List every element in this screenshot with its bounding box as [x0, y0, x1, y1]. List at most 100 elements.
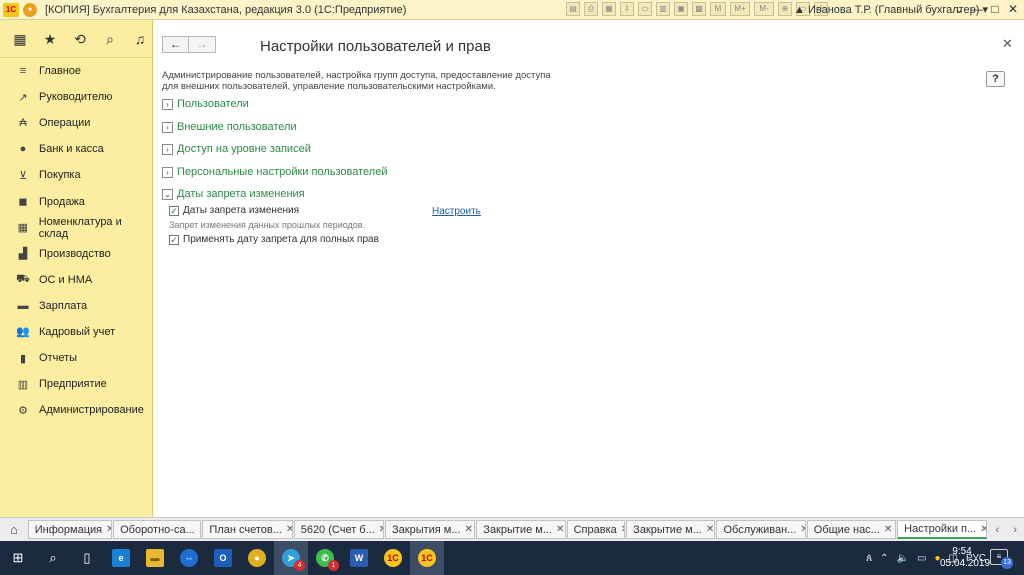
memory-plus-button[interactable]: M+ — [730, 2, 750, 16]
window-tab[interactable]: Закрытие м... ✕ — [626, 520, 716, 539]
prohibition-dates-checkbox-row[interactable]: ✓ Даты запрета изменения — [169, 205, 299, 216]
group-record-access[interactable]: › Доступ на уровне записей — [162, 143, 311, 155]
window-tab[interactable]: Оборотно-са...✕ — [113, 520, 202, 539]
window-tab[interactable]: Закрытия м... ✕ — [385, 520, 476, 539]
sidebar-item-main[interactable]: ≡ Главное — [0, 58, 152, 84]
download-icon[interactable]: ⇩ — [620, 2, 634, 16]
zoom-icon[interactable]: ⊕ — [778, 2, 792, 16]
checkbox-checked-icon[interactable]: ✓ — [169, 205, 179, 216]
form-description: Администрирование пользователей, настрой… — [162, 70, 551, 92]
grid-icon[interactable]: ▥ — [656, 2, 670, 16]
user-icon: ▲ — [794, 4, 808, 16]
apply-full-rights-checkbox-row[interactable]: ✓ Применять дату запрета для полных прав — [169, 234, 379, 245]
close-tab-icon[interactable]: ✕ — [556, 524, 564, 535]
sidebar-item-bank[interactable]: ● Банк и касса — [0, 136, 152, 162]
window-tab[interactable]: Информация✕ — [27, 520, 113, 539]
bag-icon: ◼ — [18, 196, 28, 209]
sidebar-item-operations[interactable]: ₳ Операции — [0, 110, 152, 136]
group-external-users[interactable]: › Внешние пользователи — [162, 121, 297, 133]
chevron-down-icon: ⌄ — [162, 188, 173, 200]
sidebar-item-reports[interactable]: ▮ Отчеты — [0, 345, 152, 371]
close-tab-icon[interactable]: ✕ — [621, 524, 624, 535]
close-tab-icon[interactable]: ✕ — [199, 524, 201, 535]
onec-app-icon[interactable]: 1C — [376, 541, 410, 575]
close-tab-icon[interactable]: ✕ — [980, 524, 986, 535]
memory-button[interactable]: M — [710, 2, 726, 16]
sidebar-item-purchase[interactable]: ⊻ Покупка — [0, 162, 152, 188]
print-icon[interactable]: ⎙ — [584, 2, 598, 16]
sidebar-item-fixed-assets[interactable]: ⛟ ОС и НМА — [0, 267, 152, 293]
window-tab[interactable]: 5620 (Счет б...✕ — [293, 520, 384, 539]
calendar-icon[interactable]: ▣ — [674, 2, 688, 16]
show-hidden-icons-icon[interactable]: ⌃ — [880, 553, 888, 564]
scroll-left-icon[interactable]: ‹ — [988, 524, 1006, 536]
close-form-button[interactable]: ✕ — [1002, 36, 1013, 52]
calculator-icon[interactable]: ▩ — [692, 2, 706, 16]
volume-icon[interactable]: 🔈 — [897, 553, 909, 564]
history-icon[interactable]: ⟲ — [72, 31, 88, 47]
bell-icon[interactable]: ♫ — [132, 31, 148, 47]
window-tab[interactable]: Справка✕ — [566, 520, 626, 539]
sidebar-item-hr[interactable]: 👥 Кадровый учет — [0, 319, 152, 345]
windows-start-icon[interactable]: ⊞ — [0, 541, 36, 575]
sidebar-item-salary[interactable]: ▬ Зарплата — [0, 293, 152, 319]
onec-active-icon[interactable]: 1C — [410, 541, 444, 575]
sidebar-item-production[interactable]: ▟ Производство — [0, 241, 152, 267]
whatsapp-icon[interactable]: ✆ 1 — [308, 541, 342, 575]
outlook-icon[interactable]: O — [206, 541, 240, 575]
search-icon[interactable]: ⌕ — [102, 31, 118, 47]
favorites-star-icon[interactable]: ★ — [42, 31, 58, 47]
notifications-icon[interactable]: ≡ 13 — [990, 549, 1013, 569]
close-tab-icon[interactable]: ✕ — [706, 524, 714, 535]
notifications-count: 13 — [1001, 557, 1013, 569]
forward-button[interactable]: → — [189, 36, 216, 53]
apps-grid-icon[interactable]: ▦ — [12, 31, 28, 47]
word-icon[interactable]: W — [342, 541, 376, 575]
main-menu-button[interactable]: ▾ — [23, 2, 37, 17]
search-icon[interactable]: ⌕ — [36, 541, 70, 575]
close-tab-icon[interactable]: ✕ — [106, 524, 111, 535]
window-tab[interactable]: План счетов...✕ — [202, 520, 293, 539]
clock[interactable]: 9:54 05.04.2019 — [940, 546, 990, 570]
document-icon[interactable]: ▭ — [638, 2, 652, 16]
sidebar-item-administration[interactable]: ⚙ Администрирование — [0, 397, 152, 423]
group-users[interactable]: › Пользователи — [162, 98, 249, 110]
checkbox-checked-icon[interactable]: ✓ — [169, 234, 179, 245]
sidebar-list: ≡ Главное ↗ Руководителю ₳ Операции ● Банк и… — [0, 58, 152, 423]
window-tab-active[interactable]: Настройки п...✕ — [897, 520, 988, 539]
save-icon[interactable]: ▤ — [566, 2, 580, 16]
people-tray-icon[interactable]: ጰ — [866, 553, 872, 564]
prohibition-note: Запрет изменения данных прошлых периодов… — [169, 220, 366, 230]
network-icon[interactable]: ▭ — [917, 553, 926, 564]
memory-minus-button[interactable]: M- — [754, 2, 774, 16]
close-tab-icon[interactable]: ✕ — [379, 524, 383, 535]
window-tab[interactable]: Закрытие м... ✕ — [476, 520, 566, 539]
task-view-icon[interactable]: ▯ — [70, 541, 104, 575]
sidebar-item-enterprise[interactable]: ▥ Предприятие — [0, 371, 152, 397]
page-title: Настройки пользователей и прав — [260, 38, 491, 55]
configure-link[interactable]: Настроить — [432, 206, 481, 217]
scroll-right-icon[interactable]: › — [1006, 524, 1024, 536]
file-explorer-icon[interactable]: ▬ — [138, 541, 172, 575]
close-tab-icon[interactable]: ✕ — [800, 524, 804, 535]
sidebar-item-warehouse[interactable]: ▦ Номенклатура и склад — [0, 215, 152, 241]
sidebar-item-sales[interactable]: ◼ Продажа — [0, 188, 152, 214]
edge-icon[interactable]: e — [104, 541, 138, 575]
chrome-icon[interactable]: ● — [240, 541, 274, 575]
preview-icon[interactable]: ▦ — [602, 2, 616, 16]
telegram-icon[interactable]: ➤ 4 — [274, 541, 308, 575]
group-personal-settings[interactable]: › Персональные настройки пользователей — [162, 166, 387, 178]
window-tab[interactable]: Общие нас... ✕ — [806, 520, 897, 539]
back-button[interactable]: ← — [162, 36, 189, 53]
group-edit-prohibition-dates[interactable]: ⌄ Даты запрета изменения — [162, 188, 305, 200]
sidebar-item-manager[interactable]: ↗ Руководителю — [0, 84, 152, 110]
close-window-button[interactable]: ✕ — [1000, 1, 1024, 18]
teamviewer-icon[interactable]: ⇔ — [172, 541, 206, 575]
window-tab[interactable]: Обслуживан...✕ — [716, 520, 806, 539]
close-tab-icon[interactable]: ✕ — [465, 524, 473, 535]
help-button[interactable]: ? — [986, 71, 1005, 87]
close-tab-icon[interactable]: ✕ — [884, 524, 892, 535]
close-tab-icon[interactable]: ✕ — [286, 524, 292, 535]
home-icon[interactable]: ⌂ — [0, 518, 28, 541]
clock-time: 9:54 — [952, 546, 972, 557]
